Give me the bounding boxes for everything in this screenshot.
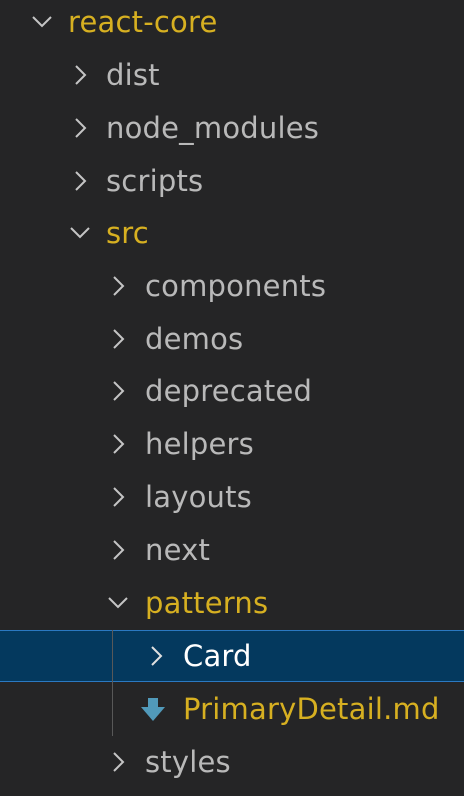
tree-item-label: react-core [68, 5, 218, 39]
chevron-down-icon[interactable] [66, 219, 94, 247]
tree-item-label: styles [145, 745, 231, 779]
chevron-right-icon[interactable] [104, 272, 132, 300]
tree-item-next[interactable]: next [0, 524, 464, 576]
tree-item-label: next [145, 533, 211, 567]
tree-item-scripts[interactable]: scripts [0, 155, 464, 207]
chevron-right-icon[interactable] [104, 536, 132, 564]
tree-item-label: demos [145, 322, 244, 356]
tree-item-src[interactable]: src [0, 207, 464, 259]
tree-item-components[interactable]: components [0, 260, 464, 312]
chevron-down-icon[interactable] [28, 8, 56, 36]
tree-item-layouts[interactable]: layouts [0, 471, 464, 523]
tree-item-label: components [145, 269, 327, 303]
chevron-right-icon[interactable] [142, 642, 170, 670]
chevron-right-icon[interactable] [104, 483, 132, 511]
tree-item-styles[interactable]: styles [0, 736, 464, 788]
tree-item-deprecated[interactable]: deprecated [0, 365, 464, 417]
tree-item-label: dist [106, 58, 160, 92]
chevron-right-icon[interactable] [66, 61, 94, 89]
chevron-right-icon[interactable] [104, 325, 132, 353]
tree-item-label: helpers [145, 427, 254, 461]
tree-item-label: layouts [145, 480, 252, 514]
file-explorer-tree: react-core dist node_modules scripts src… [0, 0, 464, 796]
markdown-download-icon [138, 696, 168, 724]
tree-item-label: node_modules [106, 111, 320, 145]
tree-item-react-core[interactable]: react-core [0, 0, 464, 48]
tree-item-patterns[interactable]: patterns [0, 577, 464, 629]
tree-item-demos[interactable]: demos [0, 313, 464, 365]
tree-item-node-modules[interactable]: node_modules [0, 102, 464, 154]
tree-item-label: src [106, 216, 149, 250]
indent-guide [112, 630, 113, 736]
chevron-right-icon[interactable] [104, 377, 132, 405]
chevron-right-icon[interactable] [104, 748, 132, 776]
tree-item-helpers[interactable]: helpers [0, 418, 464, 470]
tree-item-label: patterns [145, 586, 269, 620]
tree-item-primarydetail-md[interactable]: PrimaryDetail.md [0, 683, 464, 735]
chevron-right-icon[interactable] [104, 430, 132, 458]
chevron-right-icon[interactable] [66, 114, 94, 142]
tree-item-label: Card [183, 639, 252, 673]
tree-item-label: PrimaryDetail.md [183, 692, 440, 726]
tree-item-label: deprecated [145, 374, 313, 408]
chevron-down-icon[interactable] [104, 589, 132, 617]
tree-item-card[interactable]: Card [0, 630, 464, 682]
tree-item-dist[interactable]: dist [0, 49, 464, 101]
tree-item-label: scripts [106, 164, 204, 198]
chevron-right-icon[interactable] [66, 167, 94, 195]
